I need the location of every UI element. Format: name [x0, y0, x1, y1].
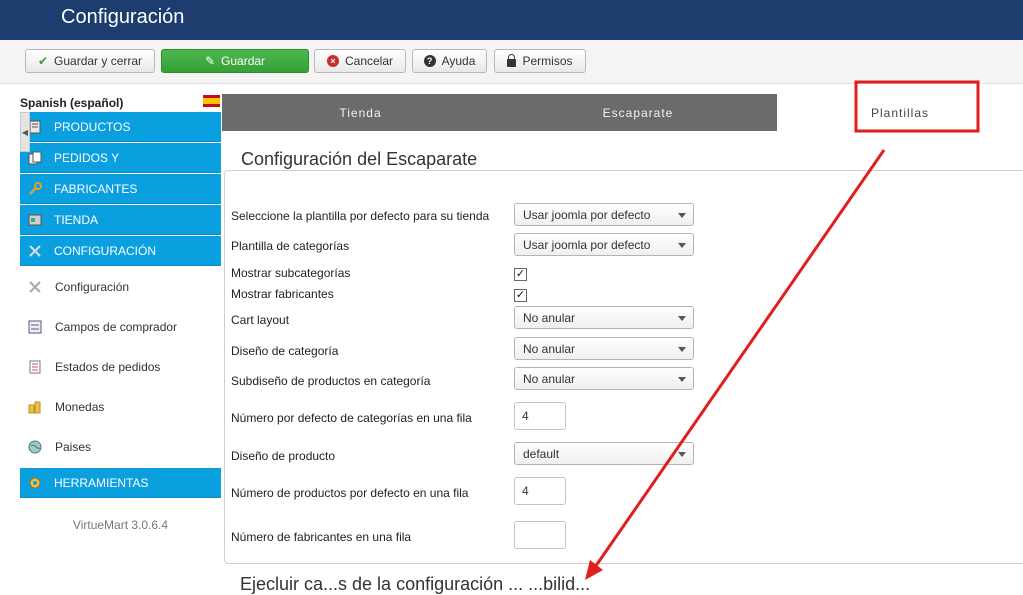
product-layout-select[interactable]: default	[514, 442, 694, 465]
cancel-label: Cancelar	[344, 54, 394, 68]
tab-tienda[interactable]: Tienda	[222, 94, 499, 131]
product-layout-label: Diseño de producto	[231, 449, 336, 463]
save-close-label: Guardar y cerrar	[54, 54, 143, 68]
category-template-label: Plantilla de categorías	[231, 239, 350, 253]
toolbar: ✔ Guardar y cerrar ✎ Guardar × Cancelar …	[0, 40, 1023, 84]
sidebar-item-label: HERRAMIENTAS	[54, 475, 149, 490]
tab-plantillas[interactable]: Plantillas	[777, 94, 1023, 131]
cart-layout-select[interactable]: No anular	[514, 306, 694, 329]
sidebar-item-label: Campos de comprador	[55, 320, 178, 334]
sidebar-item-productos[interactable]: PRODUCTOS	[20, 112, 221, 142]
sidebar-item-fabricantes[interactable]: FABRICANTES	[20, 174, 221, 204]
cancel-icon: ×	[326, 55, 339, 67]
fieldset-legend: Configuración del Escaparate	[235, 149, 484, 170]
chevron-left-icon: ◀	[21, 127, 29, 137]
caret-down-icon	[678, 243, 686, 248]
sidebar-item-campos[interactable]: Campos de comprador	[20, 307, 221, 347]
category-template-select[interactable]: Usar joomla por defecto	[514, 233, 694, 256]
globe-icon	[28, 440, 42, 454]
category-sublayout-select[interactable]: No anular	[514, 367, 694, 390]
sidebar-item-tienda[interactable]: TIENDA	[20, 205, 221, 235]
caret-down-icon	[678, 377, 686, 382]
sidebar-item-label: FABRICANTES	[54, 181, 138, 196]
help-icon: ?	[423, 55, 436, 67]
sidebar-item-label: Estados de pedidos	[55, 360, 161, 374]
caret-down-icon	[678, 452, 686, 457]
select-value: No anular	[523, 310, 576, 325]
cats-per-row-input[interactable]: 4	[514, 402, 566, 430]
lock-icon	[507, 54, 517, 67]
sidebar-item-sub-configuracion[interactable]: Configuración	[20, 267, 221, 307]
version-label: VirtueMart 3.0.6.4	[72, 518, 169, 532]
caret-down-icon	[678, 213, 686, 218]
language-label: Spanish (español)	[20, 96, 124, 110]
sidebar-collapse-toggle[interactable]: ◀	[20, 112, 30, 152]
sidebar-item-configuracion[interactable]: CONFIGURACIÓN	[20, 236, 221, 266]
show-manufacturers-label: Mostrar fabricantes	[231, 287, 334, 301]
sidebar-item-label: CONFIGURACIÓN	[54, 243, 156, 258]
select-value: Usar joomla por defecto	[523, 207, 651, 222]
default-template-select[interactable]: Usar joomla por defecto	[514, 203, 694, 226]
sidebar-item-label: PRODUCTOS	[54, 119, 131, 134]
sidebar-item-herramientas[interactable]: HERRAMIENTAS	[20, 468, 221, 498]
coins-icon	[28, 401, 41, 414]
tab-escaparate[interactable]: Escaparate	[499, 94, 777, 131]
wrench-icon	[29, 182, 42, 195]
help-label: Ayuda	[441, 54, 476, 68]
products-per-row-label: Número de productos por defecto en una f…	[231, 486, 469, 500]
caret-down-icon	[678, 347, 686, 352]
category-layout-label: Diseño de categoría	[231, 344, 339, 358]
manufacturers-per-row-input[interactable]	[514, 521, 566, 549]
permissions-label: Permisos	[522, 54, 573, 68]
select-value: Usar joomla por defecto	[523, 237, 651, 252]
caret-down-icon	[678, 316, 686, 321]
sidebar-item-label: Configuración	[55, 280, 130, 294]
select-value: No anular	[523, 341, 576, 356]
fields-icon	[28, 320, 42, 334]
sidebar-item-pedidos[interactable]: PEDIDOS Y	[20, 143, 221, 173]
category-sublayout-label: Subdiseño de productos en categoría	[231, 374, 431, 388]
save-close-button[interactable]: ✔ Guardar y cerrar	[25, 49, 155, 73]
sidebar-item-label: PEDIDOS Y	[54, 150, 120, 165]
help-button[interactable]: ? Ayuda	[412, 49, 487, 73]
products-per-row-input[interactable]: 4	[514, 477, 566, 505]
edit-icon: ✎	[204, 54, 216, 68]
config-icon	[29, 281, 41, 293]
check-icon: ✔	[37, 54, 49, 68]
cart-layout-label: Cart layout	[231, 313, 290, 327]
show-subcats-label: Mostrar subcategorías	[231, 266, 351, 280]
header-bar: Configuración	[0, 0, 1023, 40]
save-button[interactable]: ✎ Guardar	[161, 49, 309, 73]
sidebar-item-label: TIENDA	[54, 212, 99, 227]
order-status-icon	[29, 360, 41, 374]
sidebar-item-label: Monedas	[55, 400, 105, 414]
products-icon	[29, 120, 41, 134]
select-value: No anular	[523, 371, 576, 386]
tools-icon	[29, 477, 41, 489]
select-value: default	[523, 446, 560, 461]
save-label: Guardar	[221, 54, 266, 68]
default-template-label: Seleccione la plantilla por defecto para…	[231, 209, 490, 223]
sidebar-item-paises[interactable]: Paises	[20, 427, 221, 467]
sidebar-item-label: Paises	[55, 440, 92, 454]
show-subcats-checkbox[interactable]: ✓	[514, 268, 527, 281]
manufacturers-per-row-label: Número de fabricantes en una fila	[231, 530, 412, 544]
sidebar-item-monedas[interactable]: Monedas	[20, 387, 221, 427]
category-layout-select[interactable]: No anular	[514, 337, 694, 360]
sidebar-item-estados[interactable]: Estados de pedidos	[20, 347, 221, 387]
show-manufacturers-checkbox[interactable]: ✓	[514, 289, 527, 302]
cats-per-row-label: Número por defecto de categorías en una …	[231, 411, 472, 425]
shop-icon	[28, 214, 42, 226]
page-title: Configuración	[61, 6, 185, 28]
config-icon	[29, 245, 41, 257]
permissions-button[interactable]: Permisos	[494, 49, 586, 73]
cancel-button[interactable]: × Cancelar	[314, 49, 406, 73]
orders-icon	[28, 151, 42, 165]
spain-flag-icon[interactable]	[203, 95, 220, 107]
tab-bar: Tienda Escaparate Plantillas	[222, 94, 1023, 131]
